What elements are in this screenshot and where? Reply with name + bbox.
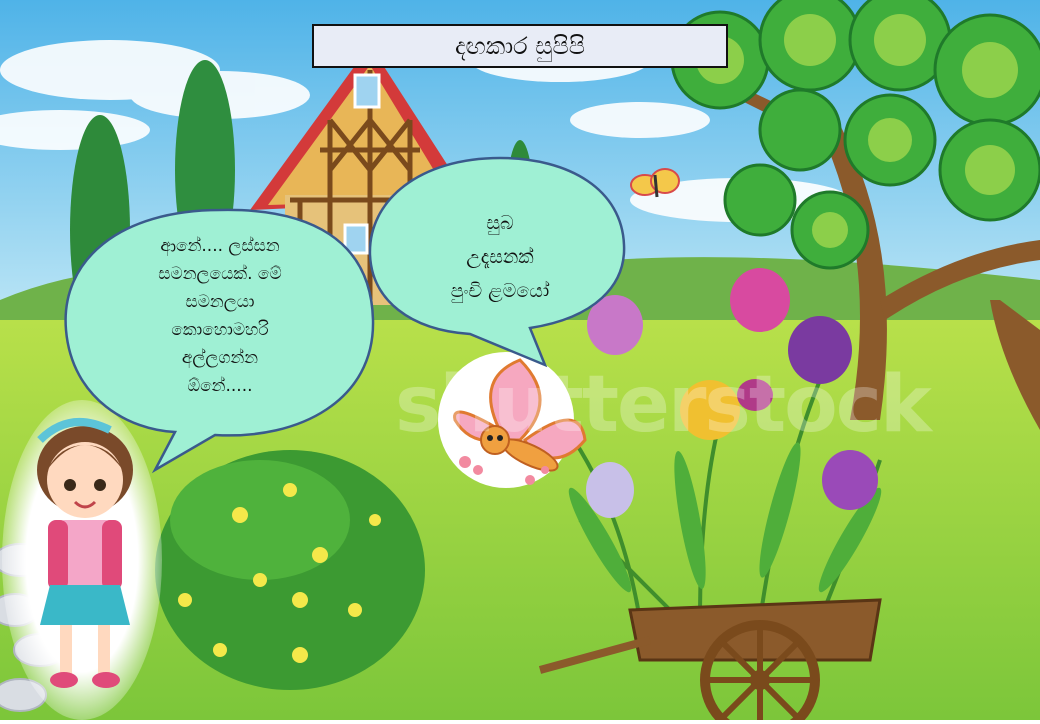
girl-speech-line: අල්ලගන්න — [181, 348, 259, 368]
girl-speech-line: කොහොමහරි — [171, 320, 269, 340]
butterfly-speech-line: සුබ — [486, 212, 514, 234]
butterfly-speech-line: පුංචි ළමයෝ — [450, 280, 550, 302]
flower-bush — [155, 450, 425, 690]
girl-speech-line: සමනලයා — [185, 292, 255, 312]
story-title: දඟකාර සුපිපි — [312, 24, 728, 68]
watermark: shutterstock — [395, 360, 932, 450]
scene: shutterstock දඟකාර සුපිපි ආනේ.... ලස්සන … — [0, 0, 1040, 724]
girl-speech-line: ඕනේ..... — [187, 376, 253, 396]
story-title-text: දඟකාර සුපිපි — [454, 32, 586, 60]
butterfly-speech-text: සුබ උදෑසනක් පුංචි ළමයෝ — [400, 206, 600, 308]
girl-speech-line: ආනේ.... ලස්සන — [160, 236, 280, 256]
girl-speech-line: සමනලයෙක්. මේ — [158, 264, 282, 284]
girl-speech-text: ආනේ.... ලස්සන සමනලයෙක්. මේ සමනලයා කොහොමහ… — [100, 232, 340, 400]
butterfly-speech-line: උදෑසනක් — [466, 246, 534, 268]
